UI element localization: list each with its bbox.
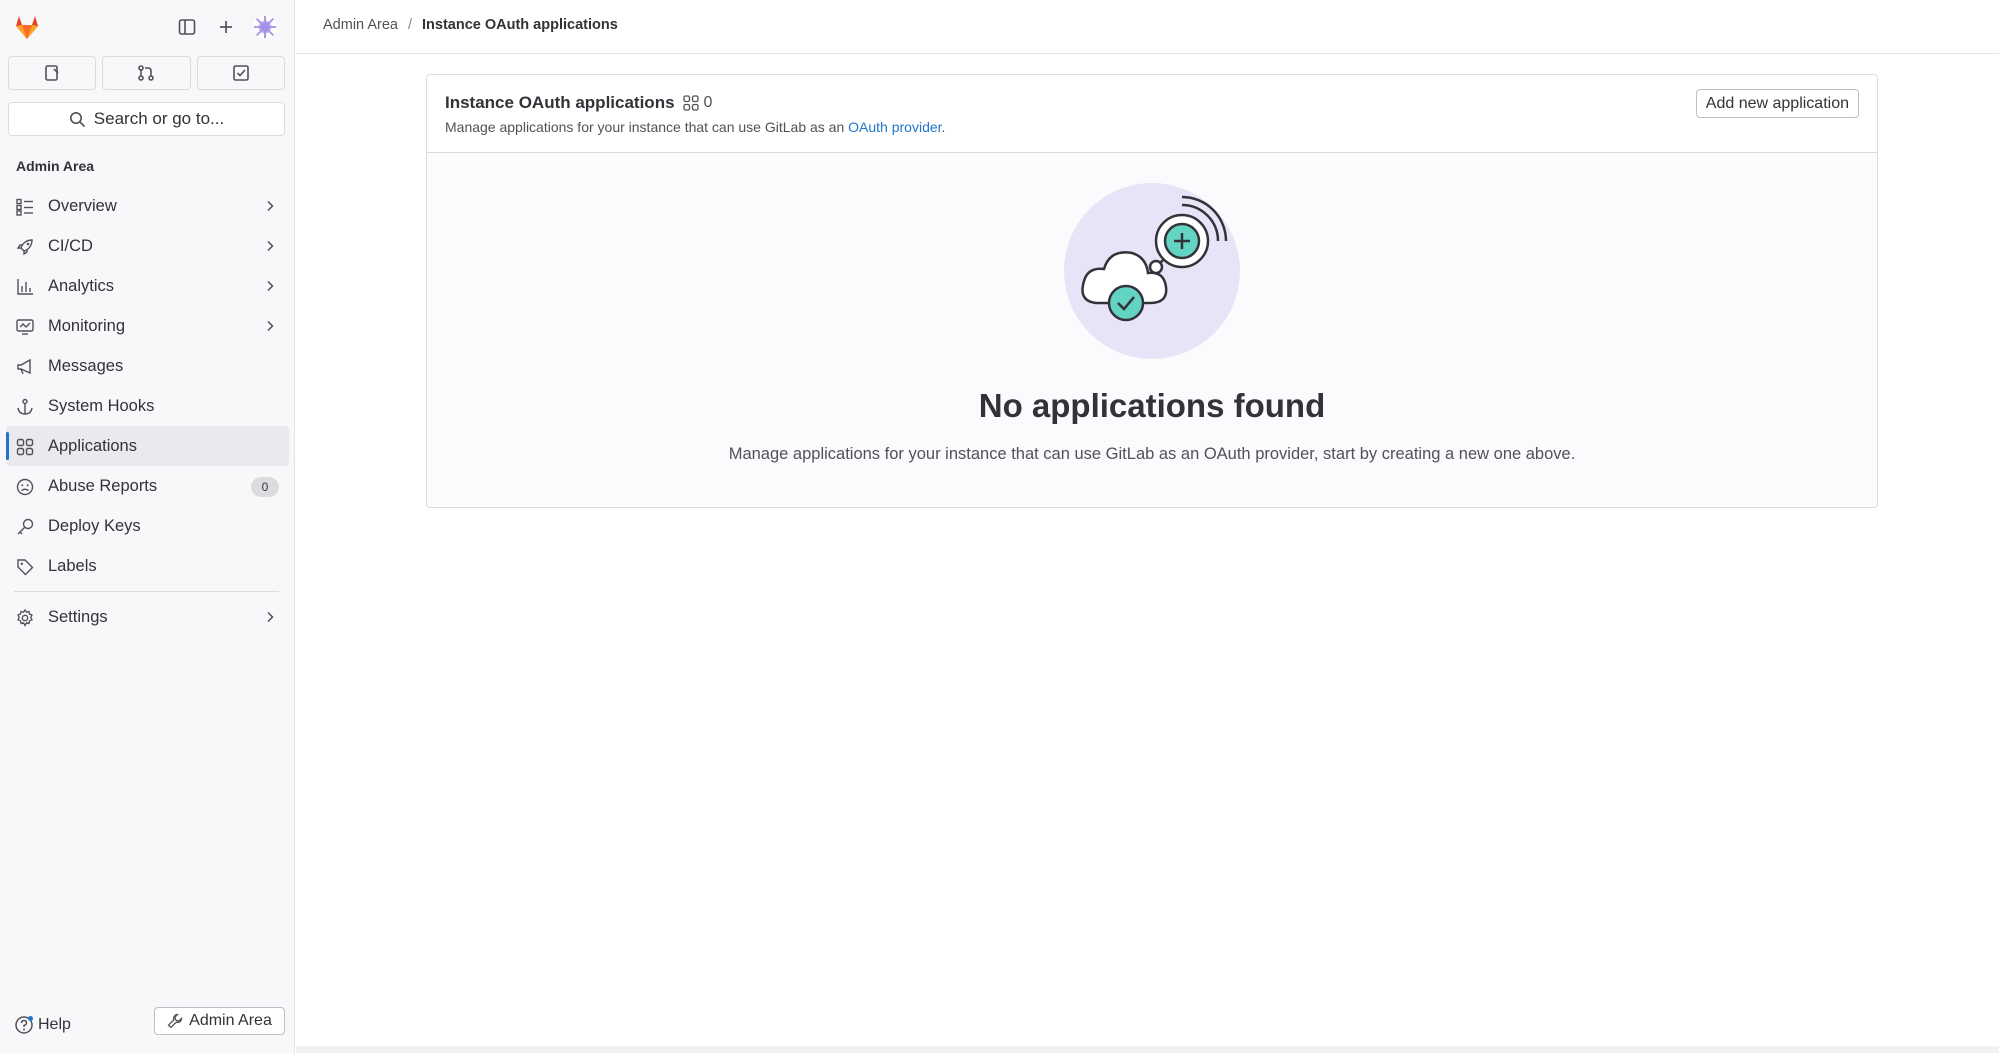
empty-state-title: No applications found (978, 387, 1326, 424)
chevron-right-icon (267, 280, 274, 292)
sidebar-item-label: Analytics (48, 276, 115, 295)
sidebar-item-label: Overview (48, 196, 117, 215)
help-label: Help (38, 1016, 71, 1033)
sidebar-item-labels[interactable]: Labels (6, 546, 289, 586)
sidebar-item-analytics[interactable]: Analytics (6, 266, 289, 306)
add-new-application-button[interactable]: Add new application (1695, 89, 1859, 118)
admin-area-button-label: Admin Area (189, 1012, 272, 1029)
breadcrumb-separator: / (407, 17, 412, 33)
admin-area-button[interactable]: Admin Area (154, 1007, 285, 1035)
card-description: Manage applications for your instance th… (445, 119, 945, 135)
card-description-text: Manage applications for your instance th… (445, 119, 849, 135)
chevron-right-icon (267, 200, 274, 212)
sidebar-item-abuse-reports[interactable]: Abuse Reports 0 (6, 466, 289, 506)
sidebar-item-label: CI/CD (48, 236, 93, 255)
sidebar-nav: Overview CI/CD Analytics Monitoring Mess (6, 186, 289, 637)
sidebar-divider (14, 591, 279, 592)
sidebar-item-deploy-keys[interactable]: Deploy Keys (6, 506, 289, 546)
wrench-icon (167, 1013, 183, 1029)
gitlab-logo-icon[interactable] (12, 12, 42, 42)
sidebar-item-system-hooks[interactable]: System Hooks (6, 386, 289, 426)
oauth-provider-link[interactable]: OAuth provider (848, 119, 941, 135)
sidebar-item-settings[interactable]: Settings (6, 597, 289, 637)
empty-state: No applications found Manage application… (427, 153, 1877, 507)
abuse-icon (16, 478, 34, 496)
page-title: Instance OAuth applications (445, 93, 675, 112)
sidebar-item-label: Labels (48, 556, 97, 575)
sidebar-bottom: Help Admin Area (0, 1007, 295, 1053)
search-placeholder: Search or go to... (93, 109, 225, 128)
app-root: Search or go to... Admin Area Overview C… (0, 0, 1999, 1053)
sidebar-toggle-icon[interactable] (174, 14, 200, 40)
sidebar-item-label: Abuse Reports (48, 476, 158, 495)
rocket-icon (16, 239, 33, 256)
empty-state-illustration (1064, 183, 1240, 359)
applications-count-value: 0 (703, 94, 713, 111)
chevron-right-icon (267, 611, 274, 623)
empty-state-description: Manage applications for your instance th… (728, 445, 1576, 463)
issues-tab[interactable] (8, 56, 97, 90)
megaphone-icon (17, 358, 31, 375)
applications-card: Instance OAuth applications 0 Manage app… (426, 74, 1878, 508)
gear-icon (17, 609, 33, 627)
sidebar-item-label: Settings (48, 607, 108, 626)
card-header: Instance OAuth applications 0 Manage app… (427, 75, 1877, 153)
monitor-icon (16, 319, 34, 335)
applications-icon (16, 438, 34, 456)
key-icon (17, 518, 34, 535)
issues-icon (45, 65, 59, 81)
breadcrumb-current[interactable]: Instance OAuth applications (422, 17, 618, 33)
applications-icon (682, 95, 699, 111)
sidebar: Search or go to... Admin Area Overview C… (0, 0, 295, 1053)
chart-icon (17, 279, 33, 295)
search-button[interactable]: Search or go to... (8, 102, 285, 136)
plus-icon[interactable] (213, 14, 239, 40)
sidebar-top-bar (0, 0, 295, 54)
help-icon (15, 1016, 33, 1034)
sidebar-item-label: Messages (48, 356, 124, 375)
todo-check-icon (233, 65, 249, 81)
merge-requests-tab[interactable] (102, 56, 191, 90)
breadcrumb: Admin Area / Instance OAuth applications (323, 17, 618, 33)
anchor-icon (17, 398, 33, 415)
help-button[interactable]: Help (14, 1015, 71, 1035)
chevron-right-icon (267, 320, 274, 332)
sidebar-section-title: Admin Area (16, 158, 95, 174)
breadcrumb-admin-area[interactable]: Admin Area (323, 17, 398, 33)
card-description-suffix: . (941, 119, 946, 135)
sidebar-item-label: Deploy Keys (48, 516, 141, 535)
sidebar-item-label: System Hooks (48, 396, 155, 415)
sidebar-item-messages[interactable]: Messages (6, 346, 289, 386)
sidebar-item-label: Monitoring (48, 316, 126, 335)
sidebar-item-applications[interactable]: Applications (6, 426, 289, 466)
sidebar-item-label: Applications (48, 436, 137, 455)
top-header: Admin Area / Instance OAuth applications (296, 0, 1999, 54)
todos-tab[interactable] (196, 56, 285, 90)
label-icon (17, 559, 34, 576)
avatar[interactable] (252, 14, 278, 40)
abuse-reports-count-badge: 0 (251, 477, 279, 497)
sidebar-item-overview[interactable]: Overview (6, 186, 289, 226)
merge-request-icon (138, 65, 155, 81)
search-icon (69, 111, 85, 127)
sidebar-tabs (8, 56, 285, 90)
card-title-row: Instance OAuth applications 0 (445, 93, 712, 113)
applications-count: 0 (682, 94, 713, 112)
bottom-edge (296, 1046, 1999, 1053)
chevron-right-icon (267, 240, 274, 252)
sidebar-item-cicd[interactable]: CI/CD (6, 226, 289, 266)
sidebar-item-monitoring[interactable]: Monitoring (6, 306, 289, 346)
overview-icon (16, 198, 33, 216)
